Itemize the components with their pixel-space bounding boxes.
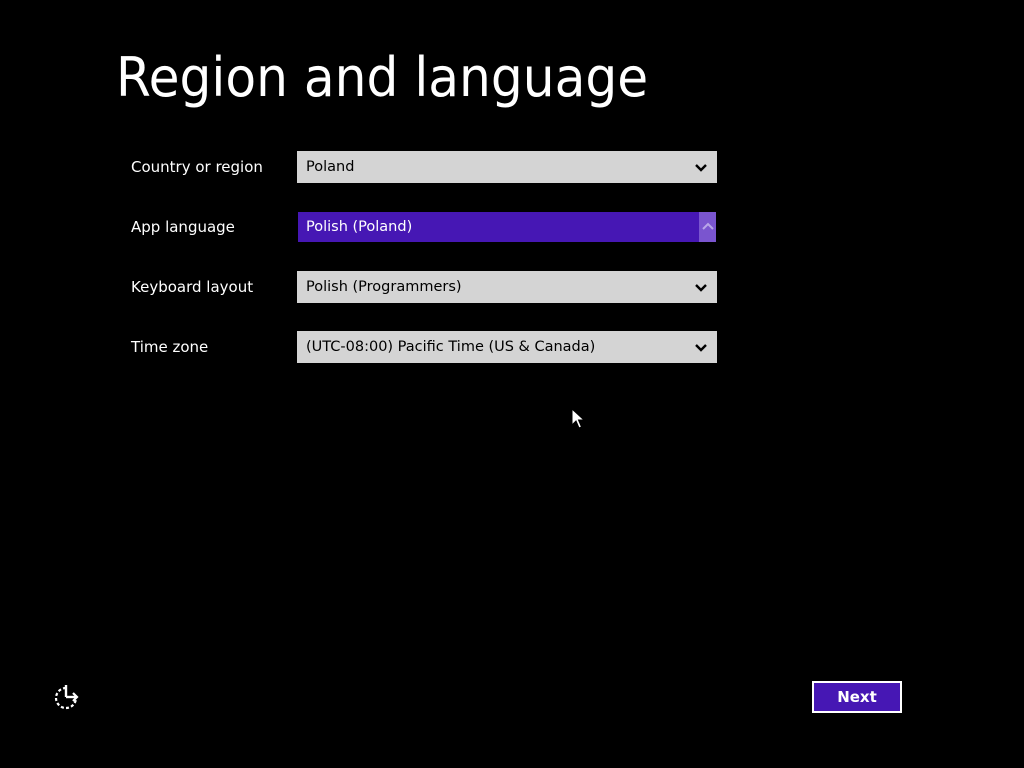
chevron-down-icon	[695, 344, 707, 352]
keyboard-layout-select[interactable]: Polish (Programmers)	[297, 271, 717, 303]
field-label-app-language: App language	[131, 218, 235, 236]
setup-screen: Region and language Country or region Po…	[0, 0, 1024, 768]
field-app-language: App language Polish (Poland)	[131, 211, 731, 243]
country-select-value: Poland	[306, 159, 355, 175]
time-zone-select-value: (UTC-08:00) Pacific Time (US & Canada)	[306, 339, 596, 355]
field-time-zone: Time zone (UTC-08:00) Pacific Time (US &…	[131, 331, 731, 363]
keyboard-layout-select-value: Polish (Programmers)	[306, 279, 462, 295]
field-country-or-region: Country or region Poland	[131, 151, 731, 183]
mouse-pointer-icon	[571, 408, 585, 429]
ease-of-access-icon[interactable]	[52, 684, 80, 712]
country-select[interactable]: Poland	[297, 151, 717, 183]
field-label-keyboard-layout: Keyboard layout	[131, 278, 254, 296]
chevron-down-icon	[695, 164, 707, 172]
app-language-select-value: Polish (Poland)	[306, 219, 413, 235]
time-zone-select[interactable]: (UTC-08:00) Pacific Time (US & Canada)	[297, 331, 717, 363]
chevron-down-icon	[695, 284, 707, 292]
app-language-select[interactable]: Polish (Poland)	[298, 212, 716, 242]
field-keyboard-layout: Keyboard layout Polish (Programmers)	[131, 271, 731, 303]
next-button[interactable]: Next	[812, 681, 902, 713]
field-label-country: Country or region	[131, 158, 263, 176]
chevron-up-icon	[702, 222, 714, 230]
page-title: Region and language	[116, 46, 649, 109]
field-label-time-zone: Time zone	[131, 338, 209, 356]
app-language-toggle[interactable]	[699, 212, 716, 242]
